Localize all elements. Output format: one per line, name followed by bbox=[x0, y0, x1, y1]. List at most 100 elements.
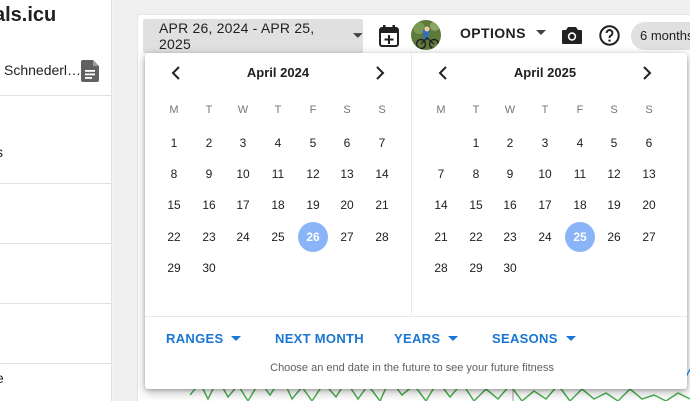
day-cell[interactable]: 16 bbox=[495, 190, 525, 220]
day-cell[interactable]: 16 bbox=[194, 190, 224, 220]
day-cell[interactable]: 2 bbox=[194, 128, 224, 158]
date-range-picker: April 2024 M T W T F S S 1 2 3 4 5 6 7 8 9 10 11 12 13 14 15 1… bbox=[145, 53, 687, 389]
sidebar-item-5[interactable]: e bbox=[0, 350, 112, 401]
day-cell[interactable]: 13 bbox=[332, 159, 362, 189]
calendar-add-icon[interactable] bbox=[379, 25, 399, 47]
day-cell[interactable]: 10 bbox=[228, 159, 258, 189]
day-cell[interactable]: 3 bbox=[530, 128, 560, 158]
day-cell[interactable]: 1 bbox=[461, 128, 491, 158]
sidebar: als.icu Schnederl… s e bbox=[0, 0, 112, 401]
day-cell[interactable]: 4 bbox=[263, 128, 293, 158]
seasons-label: SEASONS bbox=[492, 331, 558, 346]
weekday-header: F bbox=[309, 104, 317, 116]
day-cell[interactable]: 8 bbox=[159, 159, 189, 189]
seasons-button[interactable]: SEASONS bbox=[492, 331, 576, 346]
day-cell[interactable]: 28 bbox=[367, 222, 397, 252]
day-cell[interactable]: 2 bbox=[495, 128, 525, 158]
day-cell[interactable]: 4 bbox=[565, 128, 595, 158]
month-title: April 2024 bbox=[246, 65, 310, 80]
weekday-header: S bbox=[378, 104, 386, 116]
next-month-label: NEXT MONTH bbox=[275, 331, 364, 346]
day-cell[interactable]: 10 bbox=[530, 159, 560, 189]
month-panel-right: April 2025 M T W T F S S 1 2 3 4 5 6 7 8 9 10 11 12 13 14 15 1… bbox=[412, 53, 678, 315]
help-icon[interactable] bbox=[599, 25, 620, 46]
options-button[interactable]: OPTIONS bbox=[460, 25, 546, 41]
day-cell[interactable]: 26 bbox=[599, 222, 629, 252]
day-cell[interactable]: 20 bbox=[634, 190, 664, 220]
day-cell[interactable]: 27 bbox=[332, 222, 362, 252]
day-cell[interactable]: 23 bbox=[495, 222, 525, 252]
avatar-image bbox=[411, 20, 441, 50]
day-cell[interactable]: 9 bbox=[194, 159, 224, 189]
day-cell[interactable]: 29 bbox=[461, 253, 491, 283]
day-cell[interactable]: 24 bbox=[530, 222, 560, 252]
month-title: April 2025 bbox=[513, 65, 577, 80]
day-cell[interactable]: 14 bbox=[367, 159, 397, 189]
day-cell[interactable]: 29 bbox=[159, 253, 189, 283]
day-cell[interactable]: 14 bbox=[426, 190, 456, 220]
athlete-name: Schnederl… bbox=[4, 62, 82, 78]
day-cell[interactable]: 15 bbox=[159, 190, 189, 220]
sidebar-item-label: s bbox=[0, 144, 3, 160]
sidebar-item-2[interactable] bbox=[0, 184, 112, 244]
camera-icon[interactable] bbox=[562, 26, 582, 44]
day-cell-selected[interactable]: 25 bbox=[565, 221, 595, 252]
day-cell[interactable]: 18 bbox=[565, 190, 595, 220]
years-label: YEARS bbox=[394, 331, 441, 346]
day-cell[interactable]: 1 bbox=[159, 128, 189, 158]
day-cell[interactable]: 12 bbox=[298, 159, 328, 189]
day-cell[interactable]: 19 bbox=[298, 190, 328, 220]
chevron-right-icon[interactable] bbox=[373, 65, 387, 81]
day-cell[interactable]: 21 bbox=[367, 190, 397, 220]
day-cell[interactable]: 7 bbox=[426, 159, 456, 189]
day-cell[interactable]: 15 bbox=[461, 190, 491, 220]
chevron-right-icon[interactable] bbox=[640, 65, 654, 81]
day-cell[interactable]: 18 bbox=[263, 190, 293, 220]
app-brand[interactable]: als.icu bbox=[0, 4, 56, 27]
day-cell[interactable]: 19 bbox=[599, 190, 629, 220]
day-cell[interactable]: 9 bbox=[495, 159, 525, 189]
day-cell[interactable]: 17 bbox=[228, 190, 258, 220]
date-range-button[interactable]: APR 26, 2024 - APR 25, 2025 bbox=[143, 19, 363, 53]
sidebar-item-3[interactable] bbox=[0, 244, 112, 304]
years-button[interactable]: YEARS bbox=[394, 331, 459, 346]
day-cell[interactable]: 7 bbox=[367, 128, 397, 158]
weekday-header: T bbox=[541, 104, 549, 116]
athlete-row[interactable]: Schnederl… bbox=[0, 40, 112, 96]
day-cell[interactable]: 22 bbox=[461, 222, 491, 252]
day-cell[interactable]: 21 bbox=[426, 222, 456, 252]
weekday-header: S bbox=[645, 104, 653, 116]
day-cell[interactable]: 13 bbox=[634, 159, 664, 189]
options-label: OPTIONS bbox=[460, 25, 526, 41]
day-cell[interactable]: 12 bbox=[599, 159, 629, 189]
day-cell-selected[interactable]: 26 bbox=[298, 221, 328, 252]
day-cell[interactable]: 11 bbox=[263, 159, 293, 189]
day-cell[interactable]: 30 bbox=[495, 253, 525, 283]
avatar[interactable] bbox=[411, 20, 441, 50]
day-cell[interactable]: 24 bbox=[228, 222, 258, 252]
next-month-button[interactable]: NEXT MONTH bbox=[275, 331, 364, 346]
day-cell[interactable]: 28 bbox=[426, 253, 456, 283]
day-cell[interactable]: 11 bbox=[565, 159, 595, 189]
chevron-down-icon bbox=[231, 335, 242, 341]
day-cell[interactable]: 17 bbox=[530, 190, 560, 220]
day-cell[interactable]: 8 bbox=[461, 159, 491, 189]
weekday-header: T bbox=[205, 104, 213, 116]
day-cell[interactable]: 30 bbox=[194, 253, 224, 283]
sidebar-item-label: e bbox=[0, 370, 4, 386]
day-cell[interactable]: 6 bbox=[634, 128, 664, 158]
day-cell[interactable]: 6 bbox=[332, 128, 362, 158]
day-cell[interactable]: 3 bbox=[228, 128, 258, 158]
ranges-button[interactable]: RANGES bbox=[166, 331, 242, 346]
day-cell[interactable]: 20 bbox=[332, 190, 362, 220]
day-cell[interactable]: 25 bbox=[263, 222, 293, 252]
doc-icon[interactable] bbox=[81, 60, 99, 82]
day-cell[interactable]: 22 bbox=[159, 222, 189, 252]
day-cell[interactable]: 5 bbox=[298, 128, 328, 158]
day-cell[interactable]: 5 bbox=[599, 128, 629, 158]
day-cell[interactable]: 27 bbox=[634, 222, 664, 252]
sidebar-item-1[interactable]: s bbox=[0, 124, 112, 184]
day-cell[interactable]: 23 bbox=[194, 222, 224, 252]
period-chip[interactable]: 6 months bbox=[631, 22, 690, 50]
weekday-header: T bbox=[274, 104, 282, 116]
